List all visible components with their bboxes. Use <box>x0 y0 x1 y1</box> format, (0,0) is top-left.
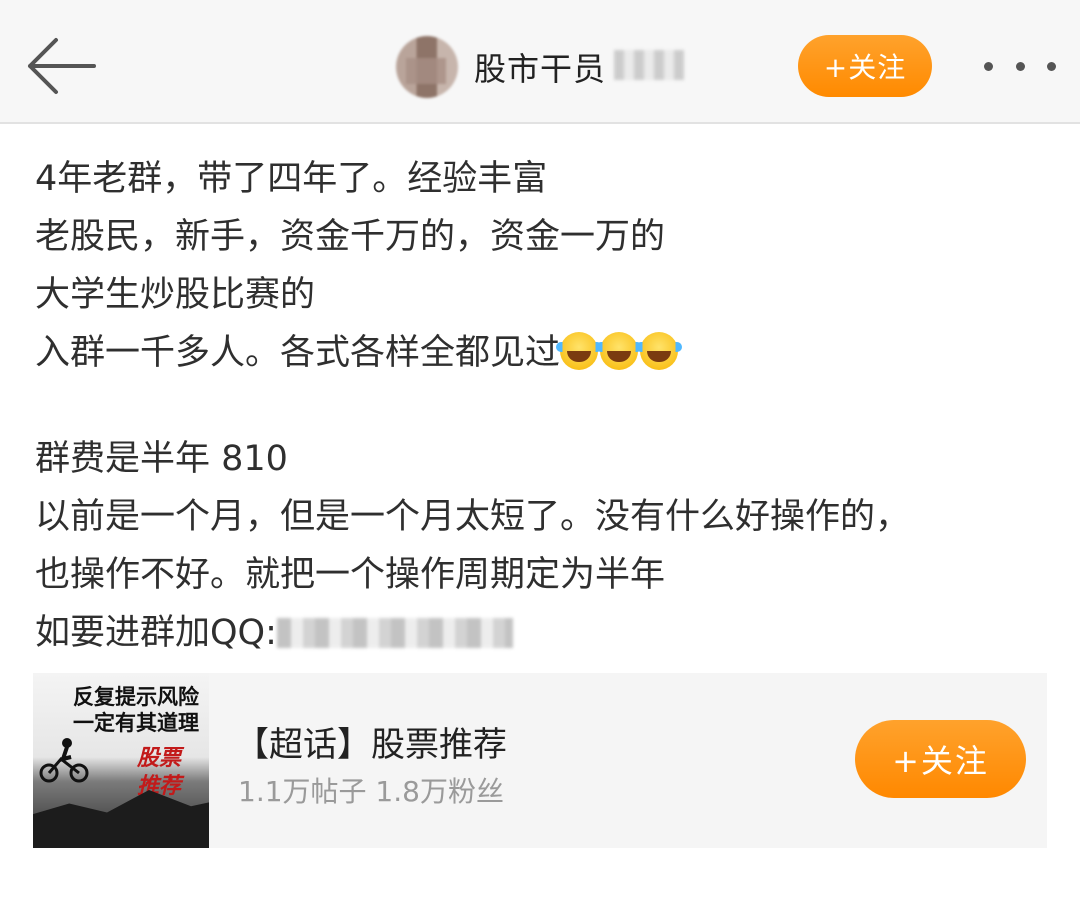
post-line: 也操作不好。就把一个操作周期定为半年 <box>35 555 666 595</box>
laugh-cry-emoji-icon <box>596 332 643 370</box>
username[interactable]: 股市干员 <box>474 44 606 90</box>
more-dots-icon <box>1047 61 1056 71</box>
more-button[interactable] <box>984 48 1056 84</box>
cyclist-icon <box>39 738 89 783</box>
cliff-silhouette <box>33 790 209 848</box>
thumb-text: 一定有其道理 <box>73 710 199 735</box>
thumb-red-text: 股票推荐 <box>137 746 182 799</box>
post-line: 入群一千多人。各式各样全都见过 <box>35 333 561 373</box>
post-body: 4年老群，带了四年了。经验丰富 老股民，新手，资金千万的，资金一万的 大学生炒股… <box>35 150 1055 662</box>
post-line: 群费是半年 810 <box>35 439 288 479</box>
username-redacted <box>614 50 684 80</box>
laugh-cry-emoji-icon <box>556 332 603 370</box>
topic-stats: 1.1万帖子 1.8万粉丝 <box>238 775 504 808</box>
back-button[interactable] <box>22 34 98 98</box>
laugh-cry-emoji-icon <box>636 332 683 370</box>
avatar[interactable] <box>396 36 458 98</box>
post-line-with-emoji: 入群一千多人。各式各样全都见过 <box>35 324 1055 382</box>
post-line: 老股民，新手，资金千万的，资金一万的 <box>35 217 666 257</box>
post-line: 4年老群，带了四年了。经验丰富 <box>35 159 548 199</box>
qq-label: 如要进群加QQ: <box>35 613 277 653</box>
qq-line: 如要进群加QQ: <box>35 604 1055 662</box>
post-line: 大学生炒股比赛的 <box>35 275 316 315</box>
more-dots-icon <box>1015 61 1025 71</box>
topic-follow-button[interactable]: +关注 <box>855 720 1026 798</box>
more-dots-icon <box>984 61 993 71</box>
follow-button[interactable]: +关注 <box>798 35 932 97</box>
topic-thumbnail: 反复提示风险 一定有其道理 股票推荐 <box>33 673 209 848</box>
topic-title[interactable]: 【超话】股票推荐 <box>235 717 507 766</box>
arrow-left-icon <box>28 38 96 94</box>
top-bar: 股市干员 +关注 <box>0 0 1080 124</box>
super-topic-card[interactable]: 反复提示风险 一定有其道理 股票推荐 【超话】股票推荐 1.1万帖子 1.8万粉… <box>33 673 1047 848</box>
qq-number-redacted <box>276 618 513 648</box>
post-line: 以前是一个月，但是一个月太短了。没有什么好操作的， <box>35 497 911 537</box>
